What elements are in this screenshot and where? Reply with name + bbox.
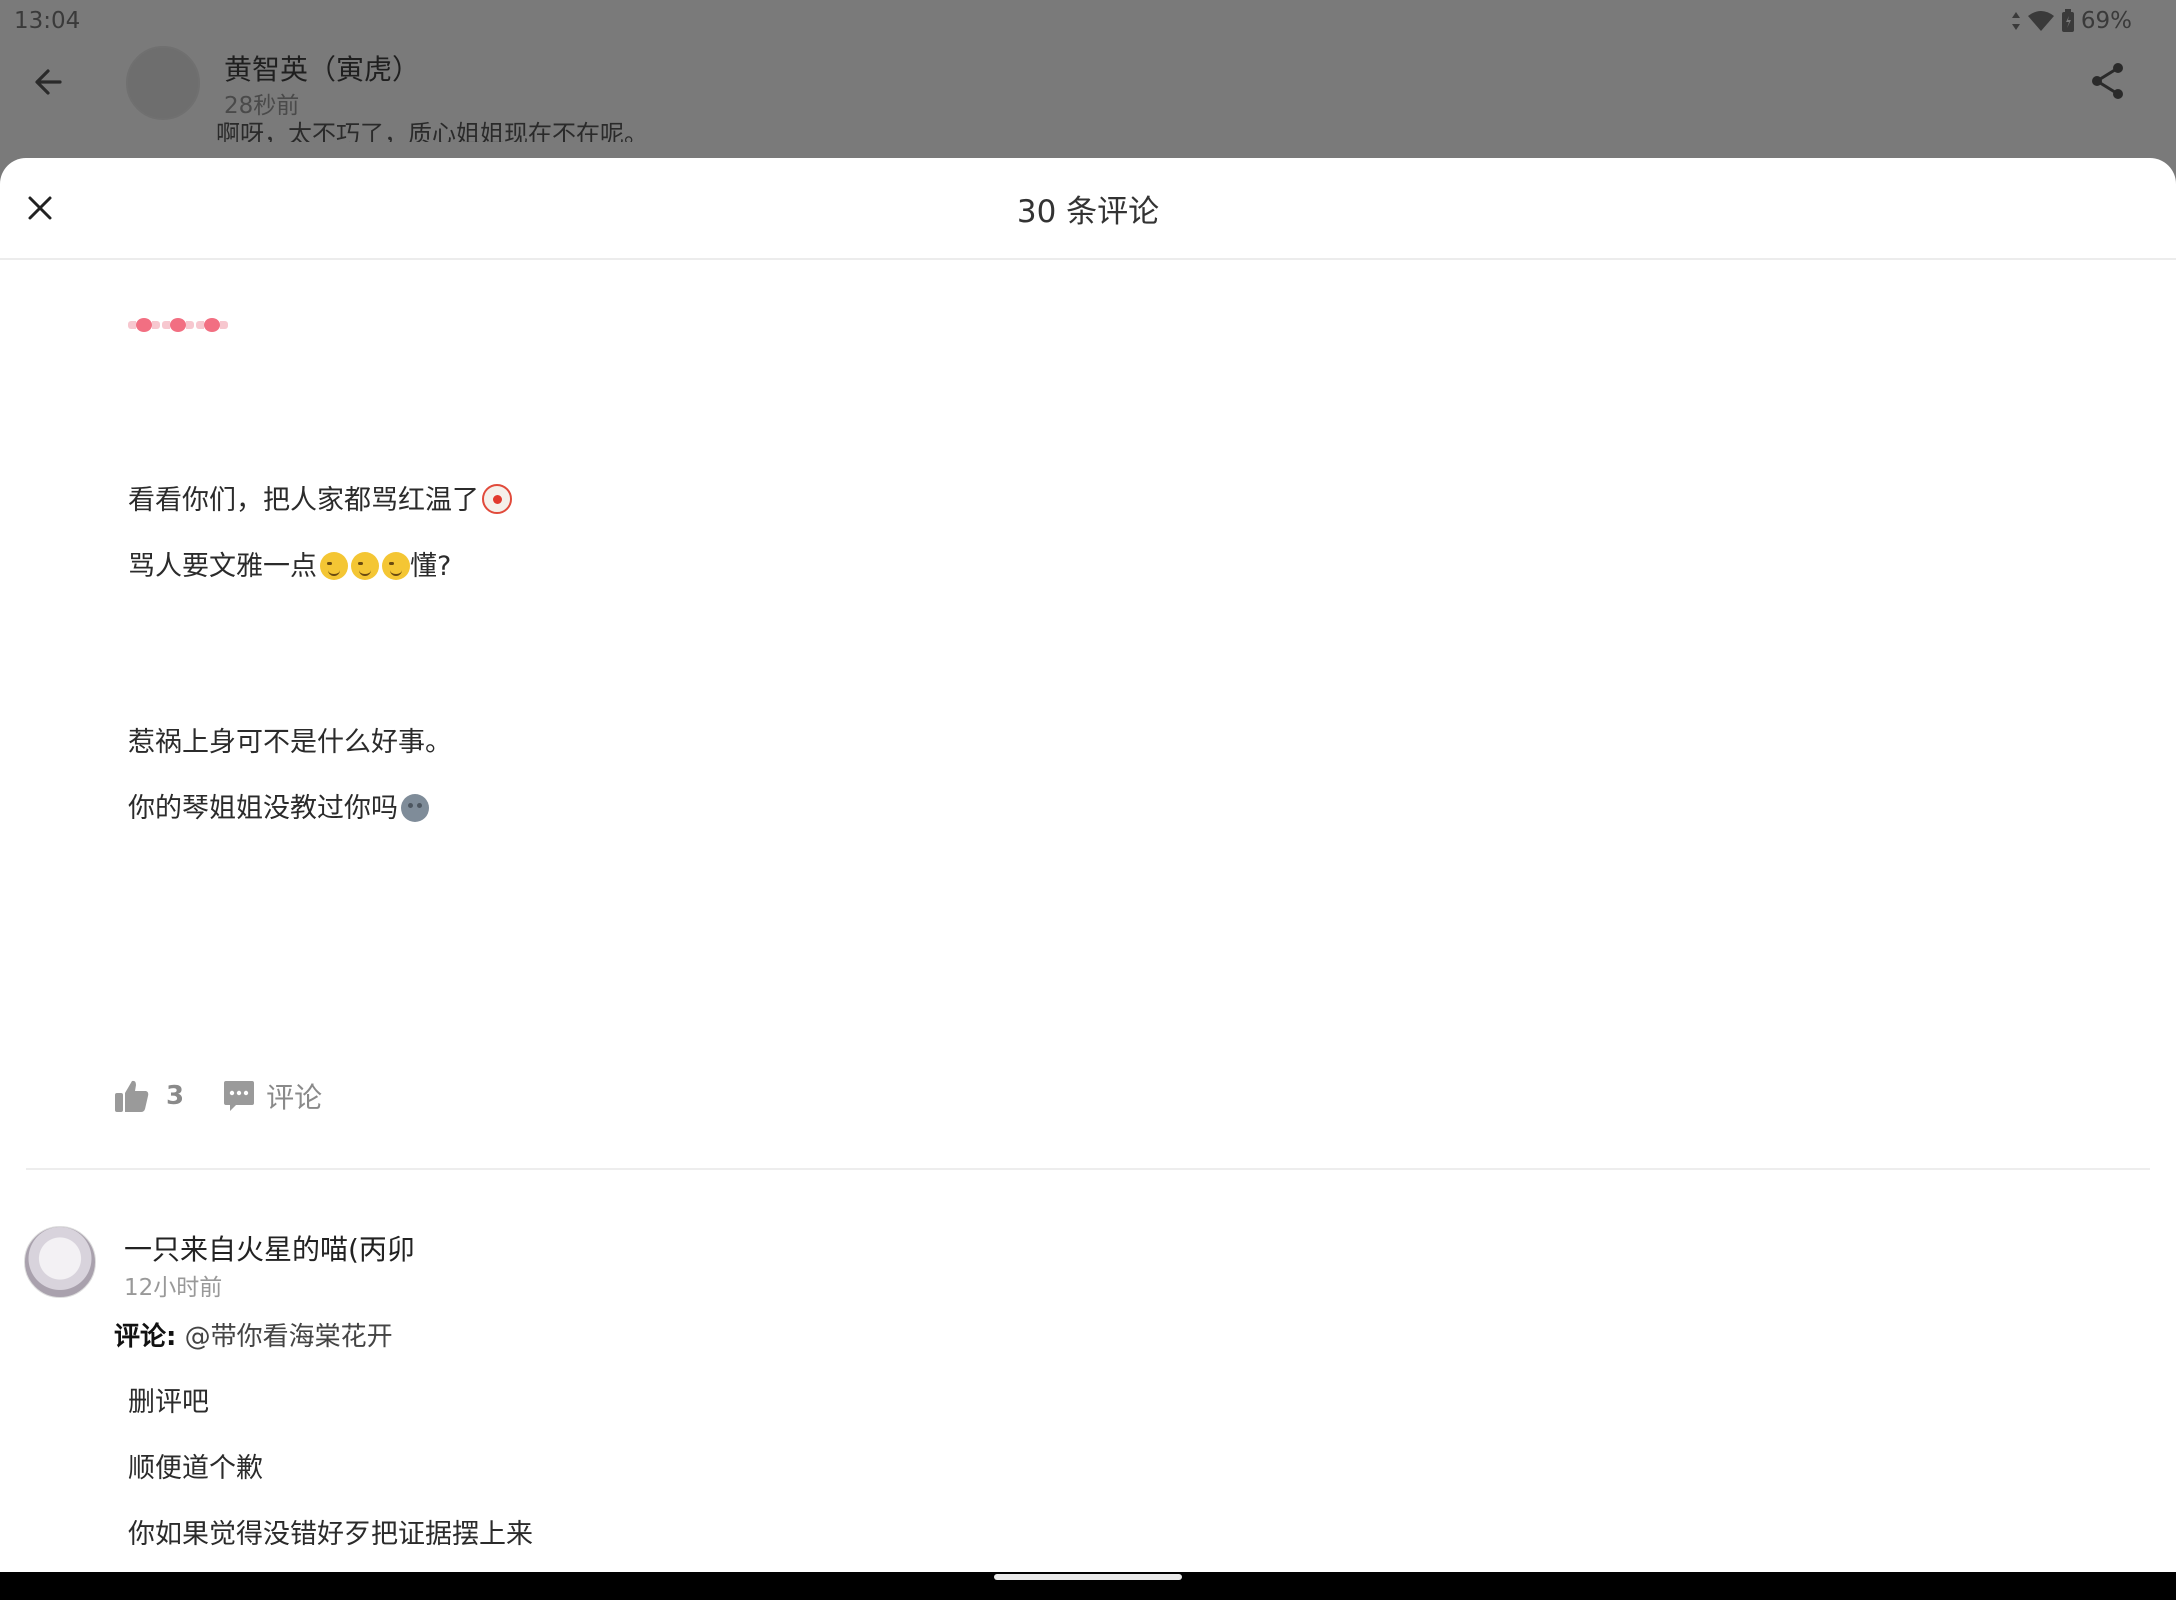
reply-mention[interactable]: @带你看海棠花开 — [185, 1322, 393, 1352]
divider — [26, 1168, 2150, 1170]
comment-text: 你的琴姐姐没教过你吗 — [128, 793, 398, 824]
thumbs-up-icon[interactable] — [114, 1078, 150, 1114]
comment-text: 看看你们，把人家都骂红温了 — [128, 485, 479, 516]
data-arrows-icon — [2011, 12, 2020, 30]
back-arrow-icon[interactable] — [30, 64, 66, 104]
reply-paragraph: 你如果觉得没错好歹把证据摆上来 — [128, 1519, 533, 1550]
status-bar: 13:04 69% — [0, 0, 2176, 44]
post-excerpt: 啊呀，太不巧了，质心姐姐现在不在呢。 — [216, 120, 648, 142]
reply-time: 12小时前 — [124, 1275, 223, 1301]
comments-sheet: 30 条评论 看看你们，把人家都骂红温了 骂人要文雅一点 懂? 惹祸上身可不是什么… — [0, 158, 2176, 1572]
comment-text: 懂? — [410, 551, 452, 582]
status-time: 13:04 — [14, 8, 81, 34]
clown-emoji-icon — [482, 484, 512, 514]
comment-paragraph: 看看你们，把人家都骂红温了 — [128, 478, 512, 517]
comment-paragraph: 骂人要文雅一点 懂? — [128, 544, 451, 583]
comment-paragraph: 你的琴姐姐没教过你吗 — [128, 786, 429, 825]
comment-text: 骂人要文雅一点 — [128, 551, 317, 582]
reply-paragraph: 删评吧 — [128, 1387, 209, 1418]
reply-author[interactable]: 一只来自火星的喵(丙卯 — [124, 1228, 415, 1268]
comment-button[interactable]: 评论 — [266, 1076, 322, 1116]
moon-face-emoji-icon — [401, 794, 429, 822]
share-icon[interactable] — [2090, 62, 2126, 104]
screen: 13:04 69% 黄智英（寅虎） 28秒前 啊呀，太不巧了，质心姐姐现在不在呢… — [0, 0, 2176, 1600]
reply-header-line: 评论: @带你看海棠花开 — [114, 1316, 393, 1353]
sheet-title: 30 条评论 — [1016, 194, 1160, 230]
author-avatar[interactable] — [126, 46, 200, 120]
wink-emoji-icon — [351, 552, 379, 580]
reply-label: 评论: — [114, 1322, 177, 1352]
battery-level: 69% — [2080, 8, 2132, 34]
candy-emoji-row — [128, 308, 230, 339]
gesture-handle[interactable] — [994, 1574, 1182, 1580]
candy-emoji — [128, 315, 160, 335]
like-count: 3 — [166, 1081, 185, 1111]
post-header: 黄智英（寅虎） 28秒前 啊呀，太不巧了，质心姐姐现在不在呢。 — [0, 44, 2176, 158]
sheet-header: 30 条评论 — [0, 158, 2176, 260]
comment-text: 惹祸上身可不是什么好事。 — [128, 727, 452, 758]
reply-avatar[interactable] — [24, 1226, 96, 1298]
post-author[interactable]: 黄智英（寅虎） — [224, 48, 420, 88]
candy-emoji — [162, 315, 194, 335]
reply-paragraph: 顺便道个歉 — [128, 1453, 263, 1484]
candy-emoji — [196, 315, 228, 335]
comment-bubble-icon[interactable] — [222, 1079, 256, 1113]
wifi-icon — [2027, 11, 2054, 31]
wink-emoji-icon — [320, 552, 348, 580]
status-icons: 69% — [2011, 8, 2132, 34]
comment-actions: 3 评论 — [114, 1076, 322, 1116]
battery-icon — [2061, 9, 2074, 32]
wink-emoji-icon — [382, 552, 410, 580]
comment-paragraph: 惹祸上身可不是什么好事。 — [128, 720, 452, 759]
